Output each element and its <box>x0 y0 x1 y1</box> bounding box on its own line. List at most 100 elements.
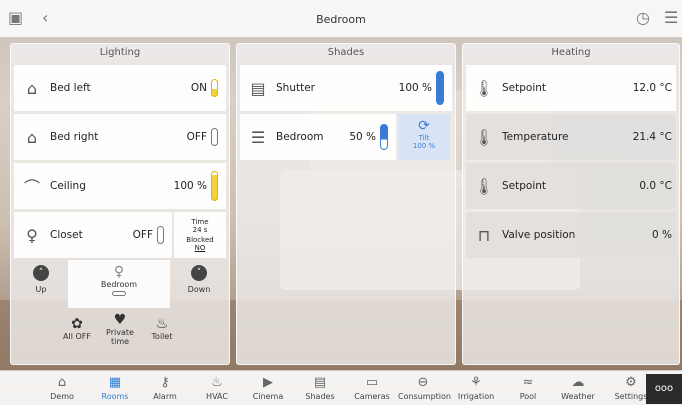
shade-row-shutter[interactable]: ▤ Shutter 100 % <box>240 65 452 111</box>
scene-label: Down <box>187 285 211 294</box>
nav-alarm[interactable]: ⚷ Alarm <box>140 371 190 401</box>
chevron-down-icon: ˅ <box>191 265 207 281</box>
closet-timer[interactable]: Time 24 s Blocked NO <box>174 212 226 258</box>
light-label: Ceiling <box>50 180 86 192</box>
nav-cameras[interactable]: ▭ Cameras <box>347 371 397 401</box>
tilt-control[interactable]: ⟳ Tilt 100 % <box>398 114 450 160</box>
bottom-nav: ⌂ Demo ▦ Rooms ⚷ Alarm ♨ HVAC ▶ Cinema ▤ Shade… <box>0 370 682 405</box>
scene-label: Bedroom <box>100 280 138 289</box>
nav-label: Irrigation <box>457 392 495 401</box>
heating-label: Setpoint <box>502 180 547 192</box>
heating-label: Temperature <box>502 131 569 143</box>
scene-all-off[interactable]: ✿ All OFF <box>60 316 94 341</box>
light-row-ceiling[interactable]: ⌒ Ceiling 100 % <box>14 163 226 209</box>
bulbs-icon: ✿ <box>71 316 83 332</box>
nav-hvac[interactable]: ♨ HVAC <box>192 371 242 401</box>
heating-value: 12.0 °C <box>632 82 672 94</box>
heating-row-setpoint[interactable]: 🌡 Setpoint 12.0 °C <box>466 65 676 111</box>
scene-label: All OFF <box>63 332 91 341</box>
scene-up[interactable]: ˄ Up <box>24 265 58 294</box>
nav-weather[interactable]: ☁ Weather <box>553 371 603 401</box>
blocked-label: Blocked <box>186 236 214 244</box>
bulb-icon: ♀ <box>113 264 125 280</box>
thermometer-icon: 🌡 <box>473 127 495 147</box>
lamp-icon: ⌂ <box>26 127 38 147</box>
nav-pool[interactable]: ≈ Pool <box>503 371 553 401</box>
heating-row-setpoint-2: 🌡 Setpoint 0.0 °C <box>466 163 676 209</box>
nav-cinema[interactable]: ▶ Cinema <box>243 371 293 401</box>
meter-icon: ⊖ <box>417 375 429 390</box>
dimmer-slider[interactable] <box>211 171 218 201</box>
heating-value: 0 % <box>652 229 672 241</box>
nav-consumption[interactable]: ⊖ Consumption <box>398 371 451 401</box>
shade-row-bedroom[interactable]: ☰ Bedroom 50 % <box>240 114 396 160</box>
scene-label: Up <box>35 285 47 294</box>
page-title: Bedroom <box>316 13 366 26</box>
heating-label: Setpoint <box>502 82 547 94</box>
heart-icon: ♥ <box>113 312 127 328</box>
shade-slider[interactable] <box>380 124 388 150</box>
pool-icon: ≈ <box>522 375 534 390</box>
house-icon: ⌂ <box>57 375 67 390</box>
shades-title: Shades <box>237 44 455 62</box>
alarm-icon: ⚷ <box>160 375 170 390</box>
top-bar: ▣ ‹ Bedroom ◷ ☰ <box>0 0 682 38</box>
light-row-bed-right[interactable]: ⌂ Bed right OFF <box>14 114 226 160</box>
light-state: 100 % <box>173 180 207 192</box>
light-state: OFF <box>186 131 207 143</box>
scene-toggle <box>112 291 126 296</box>
nav-label: Consumption <box>398 392 451 401</box>
weather-icon: ☁ <box>571 375 585 390</box>
chevron-up-icon: ˄ <box>33 265 49 281</box>
switch-toggle[interactable] <box>157 226 164 244</box>
bulb-icon: ♀ <box>26 225 38 245</box>
nav-rooms[interactable]: ▦ Rooms <box>90 371 140 401</box>
camera-icon: ▭ <box>365 375 379 390</box>
light-row-bed-left[interactable]: ⌂ Bed left ON <box>14 65 226 111</box>
scene-bedroom[interactable]: ♀ Bedroom <box>68 260 170 308</box>
more-button[interactable]: ooo <box>646 374 682 404</box>
history-icon[interactable]: ◷ <box>636 8 650 28</box>
timer-value: 24 s <box>192 226 208 234</box>
shade-label: Bedroom <box>276 131 324 143</box>
shade-value: 100 % <box>398 82 432 94</box>
lighting-title: Lighting <box>11 44 229 62</box>
shutter-icon: ▤ <box>250 78 266 98</box>
shade-value: 50 % <box>349 131 376 143</box>
scene-toilet[interactable]: ♨ Toilet <box>146 316 178 341</box>
toilet-icon: ♨ <box>155 316 169 332</box>
light-label: Closet <box>50 229 83 241</box>
heating-row-temperature: 🌡 Temperature 21.4 °C <box>466 114 676 160</box>
switch-toggle[interactable] <box>211 128 218 146</box>
timer-label: Time <box>191 218 209 226</box>
nav-label: Pool <box>519 392 537 401</box>
scene-down[interactable]: ˅ Down <box>180 265 218 294</box>
heating-value: 0.0 °C <box>639 180 672 192</box>
sprinkler-icon: ⚘ <box>470 375 482 390</box>
heating-title: Heating <box>463 44 679 62</box>
menu-icon[interactable]: ☰ <box>664 8 678 28</box>
light-row-closet[interactable]: ♀ Closet OFF <box>14 212 172 258</box>
nav-label: Settings <box>614 392 648 401</box>
shade-slider[interactable] <box>436 71 444 105</box>
nav-irrigation[interactable]: ⚘ Irrigation <box>451 371 501 401</box>
blocked-value: NO <box>194 244 206 252</box>
nav-demo[interactable]: ⌂ Demo <box>37 371 87 401</box>
scene-label: Toilet <box>151 332 173 341</box>
shade-label: Shutter <box>276 82 315 94</box>
nav-label: Cinema <box>252 392 284 401</box>
thermometer-icon: 🌡 <box>473 78 495 98</box>
lamp-icon: ⌂ <box>26 78 38 98</box>
light-label: Bed right <box>50 131 99 143</box>
tilt-icon: ⟳ <box>418 118 430 134</box>
nav-label: Weather <box>561 392 595 401</box>
nav-label: HVAC <box>206 392 228 401</box>
scene-private-time[interactable]: ♥ Private time <box>100 312 140 346</box>
light-label: Bed left <box>50 82 91 94</box>
scene-label: Private time <box>106 328 134 346</box>
nav-label: Rooms <box>101 392 129 401</box>
nav-shades[interactable]: ▤ Shades <box>295 371 345 401</box>
light-state: ON <box>190 82 207 94</box>
switch-toggle[interactable] <box>211 79 218 97</box>
nav-label: Cameras <box>354 392 390 401</box>
